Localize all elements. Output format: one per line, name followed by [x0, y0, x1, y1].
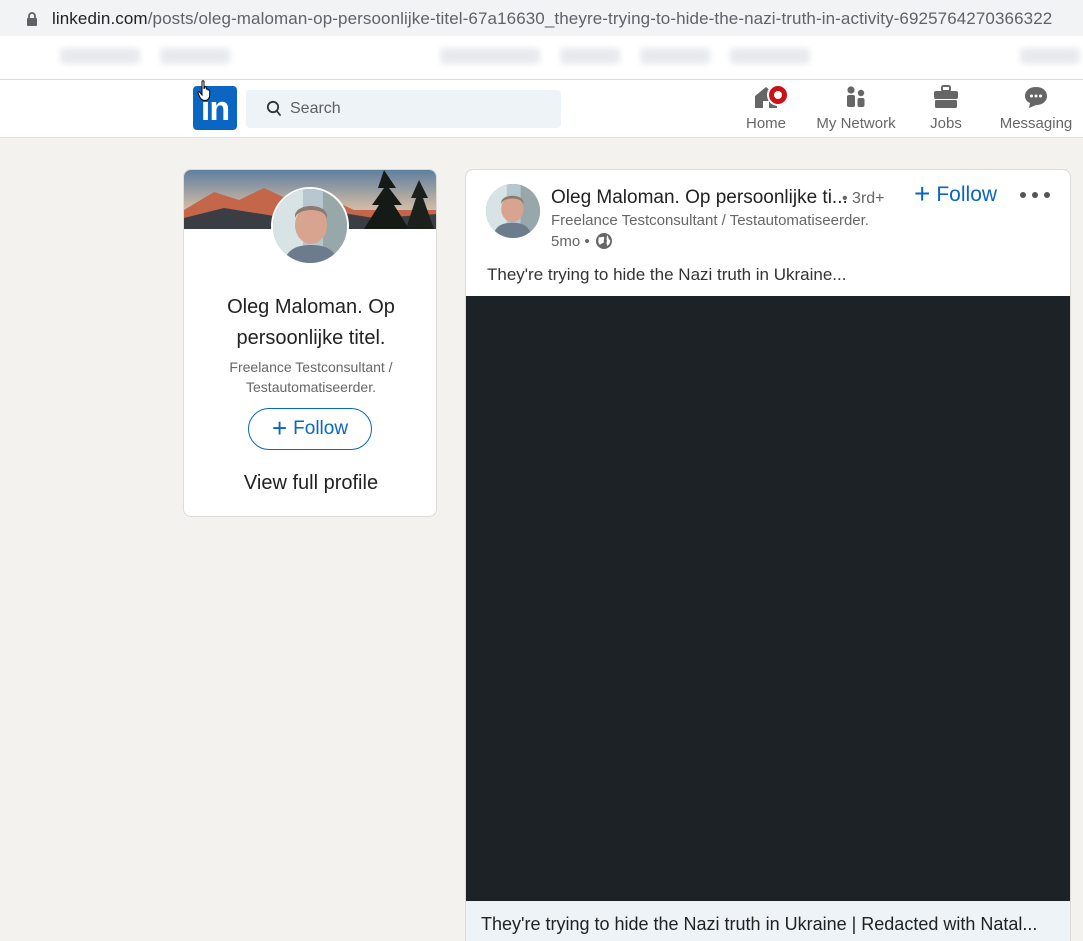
follow-label: Follow — [293, 418, 349, 439]
briefcase-icon — [934, 85, 958, 108]
hand-cursor-icon — [197, 80, 211, 102]
profile-headline: Freelance Testconsultant / Testautomatis… — [229, 359, 393, 395]
post-card: Oleg Maloman. Op persoonlijke ti... • 3r… — [465, 169, 1071, 941]
more-options-icon[interactable] — [1020, 188, 1050, 202]
follow-label: Follow — [936, 183, 998, 206]
post-author-headline: Freelance Testconsultant / Testautomatis… — [551, 212, 869, 229]
network-icon — [847, 86, 865, 107]
nav-messaging[interactable]: Messaging — [998, 84, 1074, 136]
chat-icon — [1025, 87, 1047, 108]
avatar-photo — [486, 184, 540, 238]
nav-home[interactable]: Home — [741, 84, 791, 136]
search-box[interactable] — [246, 90, 561, 128]
search-icon — [266, 100, 281, 116]
plus-icon: + — [914, 177, 931, 209]
globe-icon — [595, 233, 612, 249]
plus-icon: + — [271, 413, 288, 443]
post-meta: 5mo • — [551, 232, 613, 250]
notification-badge — [767, 84, 789, 106]
profile-avatar[interactable] — [271, 187, 349, 265]
view-full-profile-link[interactable]: View full profile — [184, 472, 436, 495]
post-follow-button[interactable]: + Follow — [914, 177, 998, 209]
connection-degree: • 3rd+ — [842, 190, 885, 207]
lock-icon — [27, 12, 37, 26]
bookmarks-bar — [0, 36, 1083, 80]
nav-my-network-label: My Network — [816, 115, 896, 132]
url-field[interactable]: linkedin.com/posts/oleg-maloman-op-perso… — [6, 2, 1083, 34]
nav-jobs[interactable]: Jobs — [926, 84, 966, 136]
video-player[interactable] — [466, 296, 1070, 901]
profile-name[interactable]: Oleg Maloman. Op persoonlijke titel. — [184, 292, 436, 354]
nav-messaging-label: Messaging — [999, 115, 1073, 132]
search-input[interactable] — [290, 90, 550, 128]
nav-jobs-label: Jobs — [930, 115, 962, 132]
post-text: They're trying to hide the Nazi truth in… — [487, 265, 847, 284]
post-author-name[interactable]: Oleg Maloman. Op persoonlijke ti... — [551, 187, 848, 209]
link-preview-title[interactable]: They're trying to hide the Nazi truth in… — [481, 914, 1061, 935]
link-preview[interactable]: They're trying to hide the Nazi truth in… — [466, 901, 1070, 941]
post-time: 5mo • — [551, 232, 590, 250]
nav-home-label: Home — [745, 115, 786, 132]
post-author-avatar[interactable] — [486, 184, 540, 238]
browser-address-bar: linkedin.com/posts/oleg-maloman-op-perso… — [0, 0, 1083, 36]
avatar-photo — [273, 189, 347, 263]
profile-card: Oleg Maloman. Op persoonlijke titel. Fre… — [183, 169, 437, 517]
url-text: linkedin.com/posts/oleg-maloman-op-perso… — [52, 9, 1053, 28]
profile-follow-button[interactable]: + Follow — [248, 408, 372, 450]
nav-my-network[interactable]: My Network — [813, 84, 899, 136]
